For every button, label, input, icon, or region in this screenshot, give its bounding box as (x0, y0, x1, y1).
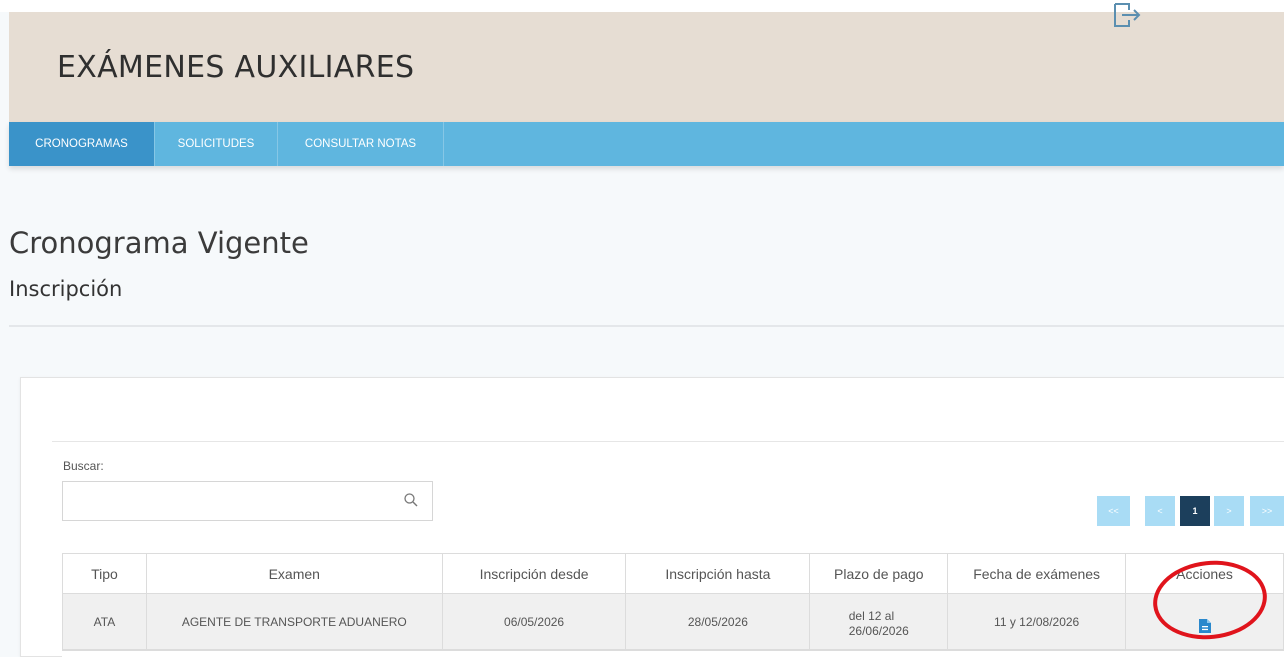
column-header-acciones: Acciones (1125, 553, 1284, 594)
search-input[interactable] (62, 481, 433, 521)
cell-inscripcion-desde: 06/05/2026 (441, 593, 627, 650)
column-header-tipo[interactable]: Tipo (62, 553, 147, 594)
pager-next-label: > (1226, 506, 1232, 516)
page-title: Cronograma Vigente (9, 226, 309, 260)
schedule-table: Tipo Examen Inscripción desde Inscripció… (62, 553, 1284, 650)
tab-label: SOLICITUDES (177, 138, 255, 150)
pager-prev-button[interactable]: < (1145, 496, 1175, 526)
panel-divider (52, 441, 1284, 442)
cell-examen: AGENTE DE TRANSPORTE ADUANERO (145, 593, 443, 650)
tab-label: CRONOGRAMAS (35, 138, 128, 150)
logout-icon[interactable] (1111, 1, 1143, 29)
pager-next-button[interactable]: > (1214, 496, 1244, 526)
pager-first-button[interactable]: << (1097, 496, 1130, 526)
tab-label: CONSULTAR NOTAS (304, 138, 417, 150)
document-icon[interactable] (1198, 618, 1212, 634)
app-title: EXÁMENES AUXILIARES (57, 50, 415, 85)
table-header-row: Tipo Examen Inscripción desde Inscripció… (62, 553, 1284, 594)
cell-tipo: ATA (62, 593, 147, 650)
column-header-plazo-de-pago[interactable]: Plazo de pago (809, 553, 949, 594)
search-label: Buscar: (63, 459, 104, 473)
plazo-line-1: del 12 al (848, 608, 895, 623)
pager-current-page[interactable]: 1 (1180, 496, 1210, 526)
tab-consultar-notas[interactable]: CONSULTAR NOTAS (278, 122, 444, 166)
pager-last-label: >> (1261, 506, 1273, 516)
section-divider (9, 325, 1284, 327)
search-icon (404, 493, 418, 507)
pager-first-label: << (1108, 506, 1119, 516)
plazo-text: del 12 al 26/06/2026 (849, 609, 909, 639)
pager-prev-label: < (1157, 506, 1163, 516)
page-subtitle: Inscripción (9, 277, 123, 301)
cell-acciones (1125, 593, 1284, 650)
cell-plazo-de-pago: del 12 al 26/06/2026 (809, 593, 949, 650)
tab-solicitudes[interactable]: SOLICITUDES (155, 122, 278, 166)
pager-current-label: 1 (1192, 506, 1198, 516)
plazo-line-2: 26/06/2026 (848, 623, 909, 638)
cell-fecha-de-examenes: 11 y 12/08/2026 (947, 593, 1127, 650)
column-header-inscripcion-hasta[interactable]: Inscripción hasta (625, 553, 811, 594)
column-header-inscripcion-desde[interactable]: Inscripción desde (441, 553, 627, 594)
next-row-edge (62, 650, 1284, 657)
main-nav: CRONOGRAMAS SOLICITUDES CONSULTAR NOTAS (9, 122, 1284, 166)
cell-inscripcion-hasta: 28/05/2026 (625, 593, 811, 650)
pager-last-button[interactable]: >> (1250, 496, 1284, 526)
column-header-examen[interactable]: Examen (145, 553, 443, 594)
column-header-fecha-de-examenes[interactable]: Fecha de exámenes (947, 553, 1127, 594)
page: EXÁMENES AUXILIARES CRONOGRAMAS SOLICITU… (0, 0, 1284, 657)
tab-cronogramas[interactable]: CRONOGRAMAS (9, 122, 155, 166)
app-header: EXÁMENES AUXILIARES (9, 12, 1284, 122)
table-row: ATA AGENTE DE TRANSPORTE ADUANERO 06/05/… (62, 593, 1284, 650)
top-strip (0, 0, 1284, 12)
